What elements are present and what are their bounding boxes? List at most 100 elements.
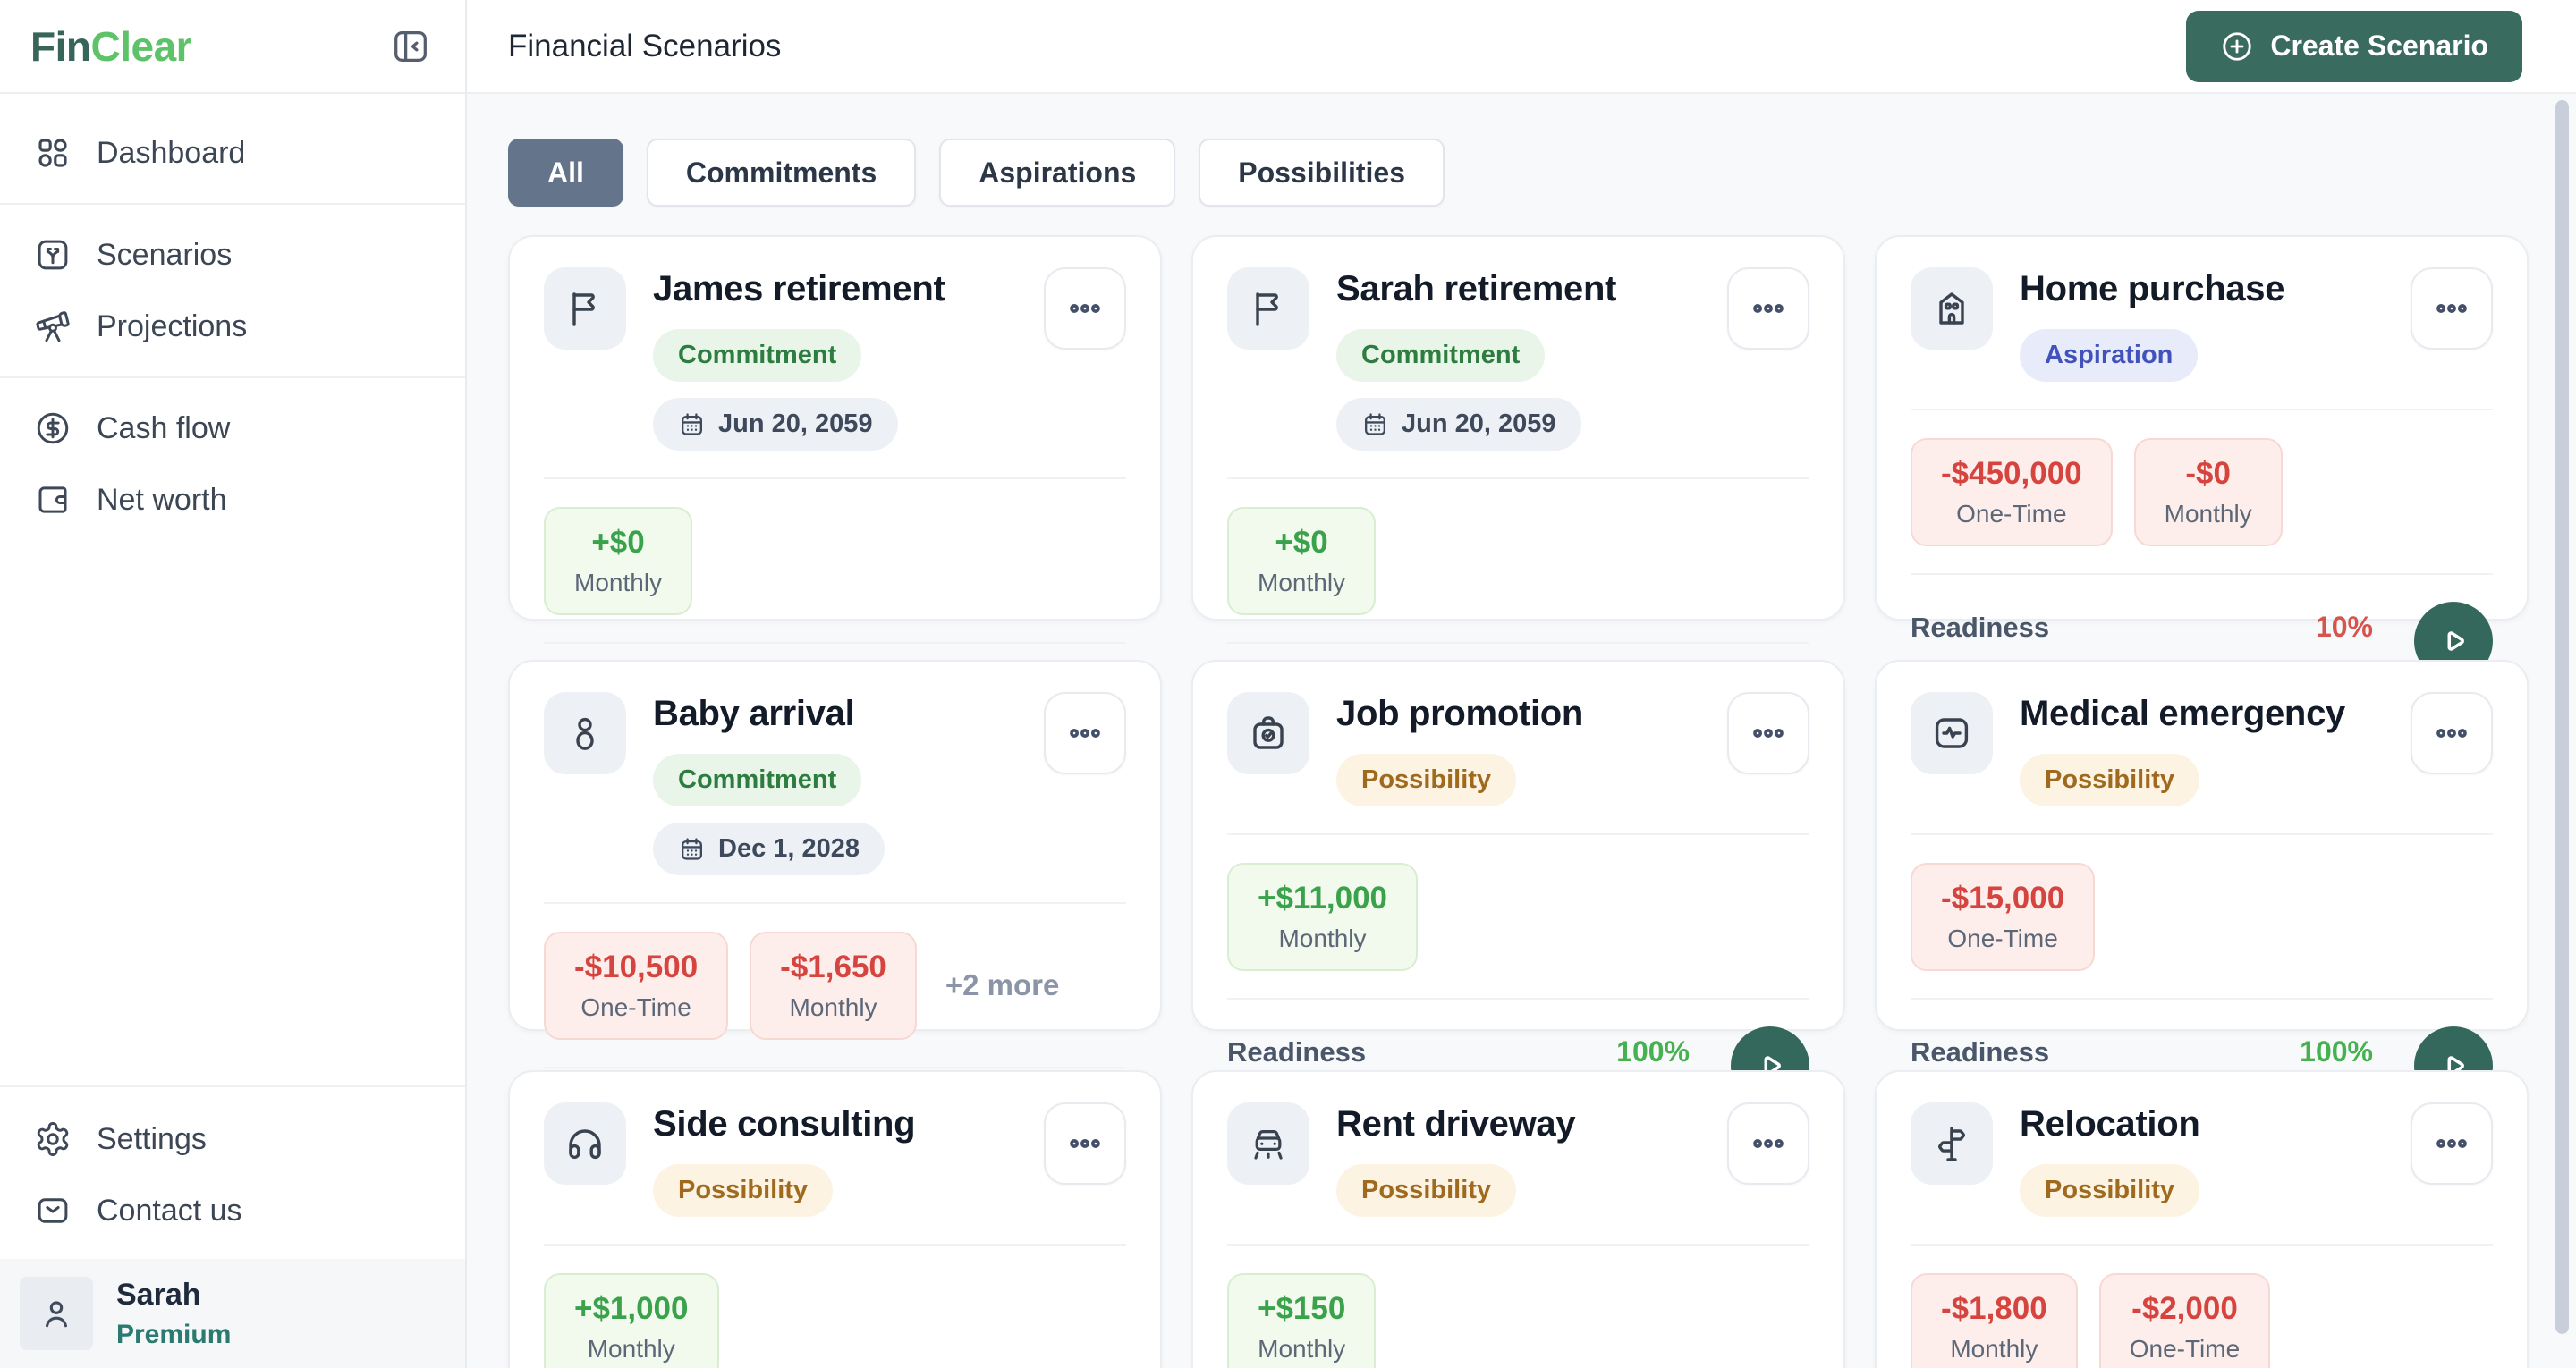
sidebar-item-label: Settings [97,1121,207,1156]
cashflow-icon [34,410,72,447]
card-title-block: Medical emergency Possibility [2020,692,2411,806]
sidebar-item-dashboard[interactable]: Dashboard [0,117,465,189]
scenario-card-relocation[interactable]: Relocation Possibility -$1,800 Monthly -… [1875,1070,2529,1368]
ellipsis-icon [2432,289,2471,328]
card-header: Baby arrival Commitment Dec 1, 2028 [544,692,1126,875]
scenario-icon-tile [1227,267,1309,350]
sidebar-divider [0,1085,465,1087]
impact-chip: -$1,650 Monthly [750,931,917,1040]
card-menu-button[interactable] [1727,1102,1809,1185]
card-menu-button[interactable] [1727,267,1809,350]
filter-tab-commitments[interactable]: Commitments [646,139,917,207]
card-title-block: Sarah retirement Commitment Jun 20, 2059 [1336,267,1727,451]
impact-amount: -$10,500 [574,949,699,984]
ellipsis-icon [1749,714,1788,753]
calendar-icon [678,835,706,863]
divider [544,1244,1126,1246]
scenario-card-rent-driveway[interactable]: Rent driveway Possibility +$150 Monthly … [1191,1070,1845,1368]
scenario-title: Baby arrival [653,694,855,733]
logo-fin: Fin [30,22,91,70]
scenario-card-james-retirement[interactable]: James retirement Commitment Jun 20, 2059… [508,235,1162,749]
more-impacts-label: +2 more [945,968,1060,1001]
scenario-icon-tile [1911,267,1993,350]
calendar-icon [1361,410,1389,438]
impact-period: Monthly [789,992,877,1021]
scenario-icon-tile [1911,1102,1993,1185]
sidebar-item-contact-us[interactable]: Contact us [0,1175,465,1246]
sidebar-collapse-button[interactable] [390,26,431,67]
scenario-icon-tile [544,267,626,350]
person-icon [564,712,606,755]
scenario-date-chip: Dec 1, 2028 [653,823,886,875]
scenario-date: Dec 1, 2028 [718,834,860,863]
badge-row: Possibility [1336,754,1727,806]
divider [544,902,1126,904]
user-name: Sarah [116,1277,201,1312]
scenario-card-sarah-retirement[interactable]: Sarah retirement Commitment Jun 20, 2059… [1191,235,1845,749]
card-header: Sarah retirement Commitment Jun 20, 2059 [1227,267,1809,451]
impact-amount: -$0 [2185,455,2231,491]
sidebar-item-net-worth[interactable]: Net worth [0,464,465,536]
card-menu-button[interactable] [1044,267,1126,350]
impact-chip: +$0 Monthly [544,506,693,615]
ellipsis-icon [1749,1124,1788,1163]
impact-period: Monthly [2164,499,2252,528]
card-menu-button[interactable] [1727,692,1809,774]
sidebar-item-projections[interactable]: Projections [0,291,465,362]
scenario-type-badge: Commitment [653,754,862,806]
card-menu-button[interactable] [1044,1102,1126,1185]
sidebar-nav: Dashboard Scenarios Projections Cash flo… [0,94,465,536]
card-title-block: Side consulting Possibility [653,1102,1044,1217]
sidebar-divider [0,203,465,205]
impact-chip: -$1,800 Monthly [1911,1272,2078,1368]
filter-tab-possibilities[interactable]: Possibilities [1199,139,1445,207]
panel-collapse-icon [390,26,431,67]
filter-tab-all[interactable]: All [508,139,623,207]
sidebar-item-settings[interactable]: Settings [0,1103,465,1175]
scenario-date-chip: Jun 20, 2059 [1336,398,1581,451]
card-menu-button[interactable] [2411,1102,2493,1185]
impact-chips: -$1,800 Monthly -$2,000 One-Time [1911,1272,2493,1368]
readiness-label: Readiness [1227,1036,1367,1068]
impact-chip: -$10,500 One-Time [544,931,729,1040]
card-menu-button[interactable] [1044,692,1126,774]
divider [544,1067,1126,1068]
sidebar-item-cash-flow[interactable]: Cash flow [0,393,465,464]
readiness-row: Readiness 100% [1911,1035,2373,1068]
sidebar-item-scenarios[interactable]: Scenarios [0,219,465,291]
scenario-card-baby-arrival[interactable]: Baby arrival Commitment Dec 1, 2028 -$10… [508,660,1162,1174]
divider [1227,477,1809,479]
create-scenario-label: Create Scenario [2270,30,2488,62]
impact-chips: +$150 Monthly [1227,1272,1809,1368]
scrollbar-thumb[interactable] [2555,100,2569,1334]
card-title-block: Job promotion Possibility [1336,692,1727,806]
scenario-card-side-consulting[interactable]: Side consulting Possibility +$1,000 Mont… [508,1070,1162,1368]
user-profile[interactable]: Sarah Premium [0,1259,465,1368]
divider [1227,833,1809,835]
content: All Commitments Aspirations Possibilities J… [467,94,2576,1368]
badge-row: Commitment Jun 20, 2059 [653,329,1044,451]
impact-chips: -$10,500 One-Time -$1,650 Monthly +2 mor… [544,931,1126,1040]
filter-tab-aspirations[interactable]: Aspirations [939,139,1176,207]
scenario-card-home-purchase[interactable]: Home purchase Aspiration -$450,000 One-T… [1875,235,2529,680]
scenario-type-badge: Possibility [2020,754,2200,806]
scenario-date: Jun 20, 2059 [718,410,873,438]
scenario-type-badge: Commitment [653,329,862,382]
impact-amount: -$15,000 [1941,880,2065,916]
ellipsis-icon [1065,714,1105,753]
badge-row: Aspiration [2020,329,2411,382]
card-menu-button[interactable] [2411,692,2493,774]
divider [1227,1244,1809,1246]
flag-icon [564,287,606,330]
projections-icon [34,308,72,345]
scenario-card-job-promotion[interactable]: Job promotion Possibility +$11,000 Month… [1191,660,1845,1105]
scenario-card-medical-emergency[interactable]: Medical emergency Possibility -$15,000 O… [1875,660,2529,1105]
impact-period: One-Time [1947,924,2058,952]
ellipsis-icon [1749,289,1788,328]
card-title-block: Baby arrival Commitment Dec 1, 2028 [653,692,1044,875]
impact-amount: -$1,800 [1941,1290,2047,1326]
readiness-percent: 100% [2300,1035,2373,1068]
card-menu-button[interactable] [2411,267,2493,350]
create-scenario-button[interactable]: Create Scenario [2186,10,2522,82]
